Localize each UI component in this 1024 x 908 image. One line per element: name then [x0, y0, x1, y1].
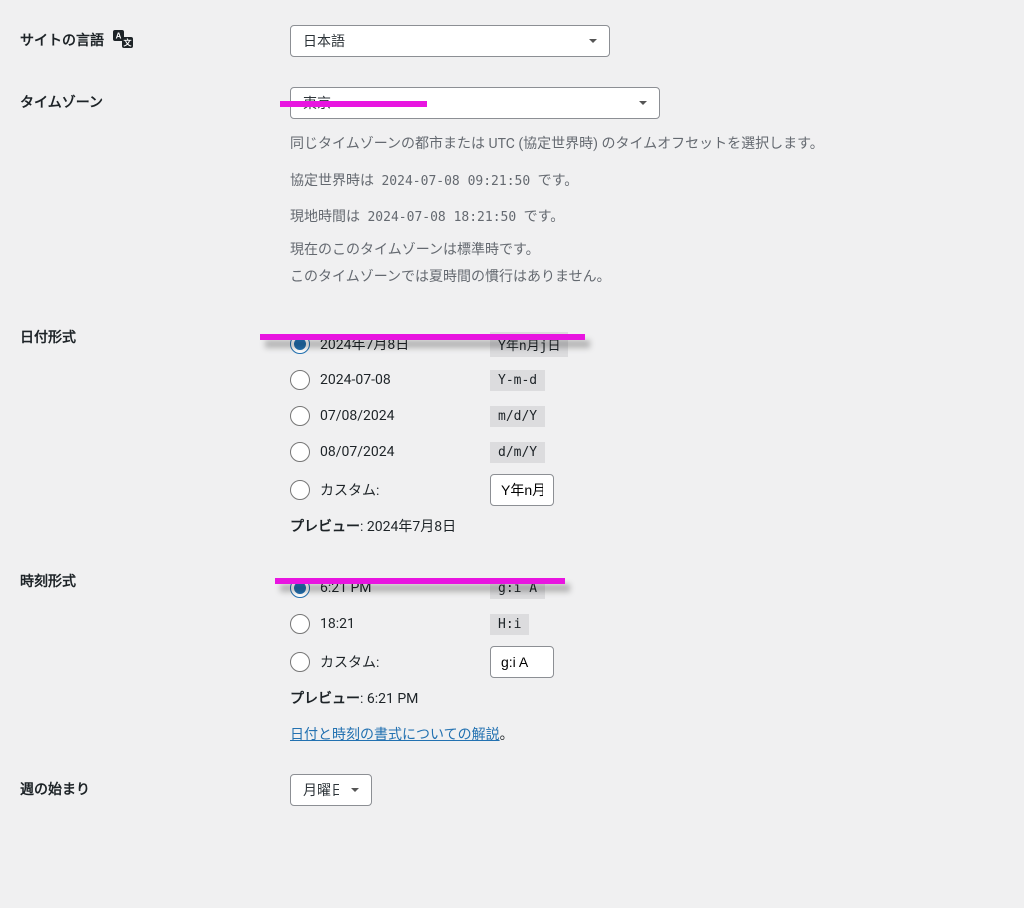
translate-icon: A文: [113, 30, 133, 52]
date-format-display-4: 08/07/2024: [320, 444, 395, 460]
site-language-select[interactable]: 日本語: [290, 25, 610, 57]
utc-time-suffix: です。: [534, 173, 578, 189]
week-start-select[interactable]: 月曜日: [290, 774, 372, 806]
timezone-label: タイムゾーン: [20, 72, 280, 307]
timezone-dst-text: このタイムゾーンでは夏時間の慣行はありません。: [290, 266, 994, 288]
date-time-doc-link[interactable]: 日付と時刻の書式についての解説: [290, 727, 500, 743]
date-format-fieldset: 2024年7月8日 Y年n月j日 2024-07-08 Y-m-d: [290, 322, 994, 536]
time-format-display-2: 18:21: [320, 616, 355, 632]
svg-text:A: A: [116, 32, 122, 41]
time-format-custom-input[interactable]: [490, 646, 554, 678]
time-format-label: 時刻形式: [20, 551, 280, 759]
time-format-preview-value: 6:21 PM: [367, 691, 419, 707]
date-format-code-4: d/m/Y: [490, 442, 545, 463]
timezone-standard-text: 現在のこのタイムゾーンは標準時です。: [290, 239, 994, 261]
time-format-preview-label: プレビュー: [290, 691, 360, 707]
time-format-option-custom[interactable]: カスタム:: [290, 652, 490, 672]
doc-link-suffix: 。: [500, 727, 514, 743]
date-format-label: 日付形式: [20, 307, 280, 551]
date-format-display-3: 07/08/2024: [320, 408, 395, 424]
date-format-radio-4[interactable]: [290, 442, 310, 462]
date-format-code-2: Y-m-d: [490, 370, 545, 391]
date-format-custom-input[interactable]: [490, 474, 554, 506]
date-format-option-3[interactable]: 07/08/2024: [290, 406, 490, 426]
utc-time-value: 2024-07-08 09:21:50: [377, 172, 534, 191]
time-format-custom-label: カスタム:: [320, 652, 379, 672]
date-format-radio-3[interactable]: [290, 406, 310, 426]
local-time-prefix: 現地時間は: [290, 209, 363, 225]
week-start-label: 週の始まり: [20, 759, 280, 821]
time-format-option-2[interactable]: 18:21: [290, 614, 490, 634]
date-format-display-2: 2024-07-08: [320, 372, 391, 388]
time-format-radio-2[interactable]: [290, 614, 310, 634]
utc-time-prefix: 協定世界時は: [290, 173, 377, 189]
date-format-option-4[interactable]: 08/07/2024: [290, 442, 490, 462]
date-format-custom-label: カスタム:: [320, 480, 379, 500]
local-time-suffix: です。: [520, 209, 564, 225]
site-language-label: サイトの言語: [20, 33, 104, 49]
date-format-radio-custom[interactable]: [290, 480, 310, 500]
date-format-preview-label: プレビュー: [290, 519, 360, 535]
timezone-help-text: 同じタイムゾーンの都市または UTC (協定世界時) のタイムオフセットを選択し…: [290, 133, 994, 155]
date-format-option-custom[interactable]: カスタム:: [290, 480, 490, 500]
local-time-value: 2024-07-08 18:21:50: [363, 208, 520, 227]
svg-text:文: 文: [124, 38, 133, 48]
time-format-fieldset: 6:21 PM g:i A 18:21 H:i カスタム:: [290, 566, 994, 744]
time-format-code-2: H:i: [490, 614, 529, 635]
date-format-preview-value: 2024年7月8日: [367, 519, 456, 535]
date-format-radio-2[interactable]: [290, 370, 310, 390]
date-format-option-2[interactable]: 2024-07-08: [290, 370, 490, 390]
date-format-code-3: m/d/Y: [490, 406, 545, 427]
time-format-radio-custom[interactable]: [290, 652, 310, 672]
